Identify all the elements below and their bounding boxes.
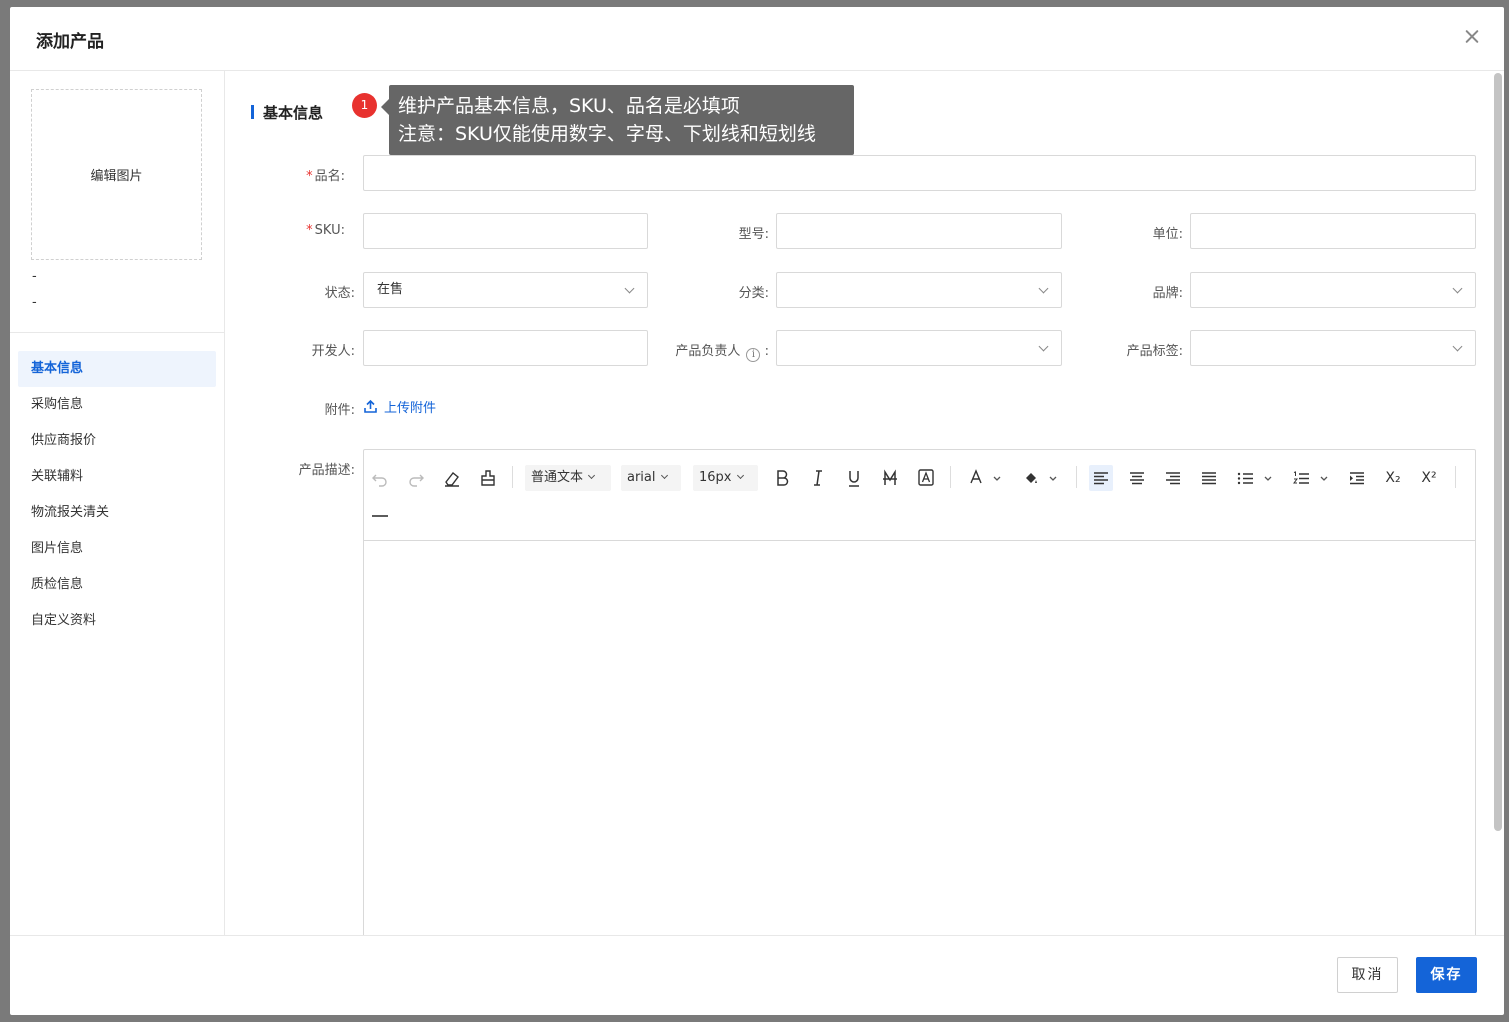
close-icon[interactable] — [1462, 27, 1482, 47]
upload-text: 上传附件 — [384, 401, 437, 416]
name-label-text: 品名: — [314, 169, 345, 184]
subscript-icon[interactable]: X₂ — [1381, 465, 1405, 491]
tags-label: 产品标签: — [1126, 344, 1183, 359]
category-label: 分类: — [738, 286, 769, 301]
bold-icon[interactable] — [772, 465, 792, 491]
font-size-value: 16px — [699, 470, 732, 485]
toolbar-separator — [512, 466, 513, 488]
meta-line-1: - — [32, 269, 37, 284]
tooltip-line-1: 维护产品基本信息，SKU、品名是必填项 — [398, 95, 740, 117]
editor-toolbar: 普通文本 arial 16px X₂ X² — [364, 450, 1475, 541]
unit-label: 单位: — [1152, 227, 1183, 242]
horizontal-rule-icon[interactable] — [370, 503, 390, 529]
owner-label-text: 产品负责人 — [675, 344, 741, 359]
cancel-button[interactable]: 取消 — [1337, 957, 1398, 993]
sidebar-item-logistics-customs[interactable]: 物流报关清关 — [18, 495, 216, 531]
align-left-icon[interactable] — [1089, 465, 1113, 491]
brand-select[interactable] — [1190, 272, 1476, 308]
chevron-down-icon — [587, 471, 596, 480]
format-painter-icon[interactable] — [478, 465, 498, 491]
paragraph-style-select[interactable]: 普通文本 — [525, 465, 611, 491]
paragraph-style-value: 普通文本 — [531, 470, 584, 485]
toolbar-separator — [1076, 466, 1077, 488]
sidebar-item-basic-info[interactable]: 基本信息 — [18, 351, 216, 387]
numbered-list-icon[interactable] — [1289, 465, 1333, 491]
owner-select[interactable] — [776, 330, 1062, 366]
undo-icon[interactable] — [370, 465, 390, 491]
background-color-icon[interactable] — [1020, 465, 1060, 491]
sidebar-item-quality-info[interactable]: 质检信息 — [18, 567, 216, 603]
developer-input[interactable] — [363, 330, 648, 366]
guide-tooltip: 维护产品基本信息，SKU、品名是必填项 注意：SKU仅能使用数字、字母、下划线和… — [381, 85, 854, 155]
edit-image-box[interactable]: 编辑图片 — [31, 89, 202, 260]
developer-label: 开发人: — [311, 344, 355, 359]
sku-label-text: SKU: — [314, 223, 345, 238]
indent-icon[interactable] — [1345, 465, 1369, 491]
model-input[interactable] — [776, 213, 1062, 249]
sku-label: * SKU: — [265, 223, 345, 238]
toolbar-separator — [1455, 466, 1456, 488]
attachment-label: 附件: — [324, 403, 355, 418]
sidebar-item-image-info[interactable]: 图片信息 — [18, 531, 216, 567]
add-product-dialog: 添加产品 编辑图片 - - 基本信息 采购信息 供应商报价 关联辅料 物流报关清… — [10, 7, 1504, 1015]
justify-icon[interactable] — [1197, 465, 1221, 491]
font-family-select[interactable]: arial — [621, 465, 681, 491]
name-label: * 品名: — [265, 165, 345, 184]
scrollbar[interactable] — [1494, 73, 1502, 831]
sidebar-item-accessories[interactable]: 关联辅料 — [18, 459, 216, 495]
tags-select[interactable] — [1190, 330, 1476, 366]
required-mark: * — [306, 223, 313, 238]
rich-text-editor: 普通文本 arial 16px X₂ X² — [363, 449, 1476, 935]
toolbar-separator — [950, 466, 951, 488]
sidebar-item-purchase-info[interactable]: 采购信息 — [18, 387, 216, 423]
brand-label: 品牌: — [1152, 286, 1183, 301]
form-content: 基本信息 1 维护产品基本信息，SKU、品名是必填项 注意：SKU仅能使用数字、… — [225, 71, 1504, 935]
redo-icon[interactable] — [406, 465, 426, 491]
model-label: 型号: — [738, 227, 769, 242]
name-input[interactable] — [363, 155, 1476, 191]
strikethrough-icon[interactable] — [880, 465, 900, 491]
meta-line-2: - — [32, 295, 37, 310]
italic-icon[interactable] — [808, 465, 828, 491]
align-center-icon[interactable] — [1125, 465, 1149, 491]
sidebar-nav: 基本信息 采购信息 供应商报价 关联辅料 物流报关清关 图片信息 质检信息 自定… — [18, 351, 216, 639]
description-label: 产品描述: — [298, 463, 355, 478]
sidebar: 编辑图片 - - 基本信息 采购信息 供应商报价 关联辅料 物流报关清关 图片信… — [10, 71, 225, 935]
sidebar-item-custom-data[interactable]: 自定义资料 — [18, 603, 216, 639]
edit-image-label: 编辑图片 — [90, 169, 143, 184]
info-icon[interactable]: i — [746, 348, 761, 362]
save-button[interactable]: 保存 — [1416, 957, 1477, 993]
section-title: 基本信息 — [251, 102, 323, 123]
owner-colon: : — [764, 344, 769, 359]
align-right-icon[interactable] — [1161, 465, 1185, 491]
owner-label: 产品负责人 i : — [665, 340, 769, 362]
chevron-down-icon — [736, 471, 744, 480]
category-select[interactable] — [776, 272, 1062, 308]
dialog-footer: 取消 保存 — [10, 935, 1504, 1015]
required-mark: * — [306, 169, 313, 184]
upload-attachment-link[interactable]: 上传附件 — [363, 397, 436, 416]
font-color-icon[interactable] — [964, 465, 1004, 491]
status-select[interactable]: 在售 — [363, 272, 648, 308]
status-label: 状态: — [324, 286, 355, 301]
unit-input[interactable] — [1190, 213, 1476, 249]
status-value: 在售 — [377, 282, 404, 297]
chevron-down-icon — [660, 471, 668, 480]
dialog-title: 添加产品 — [36, 32, 104, 52]
dialog-header: 添加产品 — [10, 7, 1504, 71]
step-badge: 1 — [352, 93, 377, 118]
underline-icon[interactable] — [844, 465, 864, 491]
font-size-select[interactable]: 16px — [693, 465, 758, 491]
editor-body[interactable] — [364, 541, 1475, 935]
sidebar-divider — [10, 332, 225, 333]
upload-icon — [363, 399, 378, 414]
superscript-icon[interactable]: X² — [1417, 465, 1441, 491]
sku-input[interactable] — [363, 213, 648, 249]
bulleted-list-icon[interactable] — [1233, 465, 1277, 491]
sidebar-item-supplier-quote[interactable]: 供应商报价 — [18, 423, 216, 459]
eraser-icon[interactable] — [442, 465, 462, 491]
font-family-value: arial — [627, 470, 656, 485]
tooltip-line-2: 注意：SKU仅能使用数字、字母、下划线和短划线 — [398, 123, 816, 145]
text-box-icon[interactable] — [916, 465, 936, 491]
